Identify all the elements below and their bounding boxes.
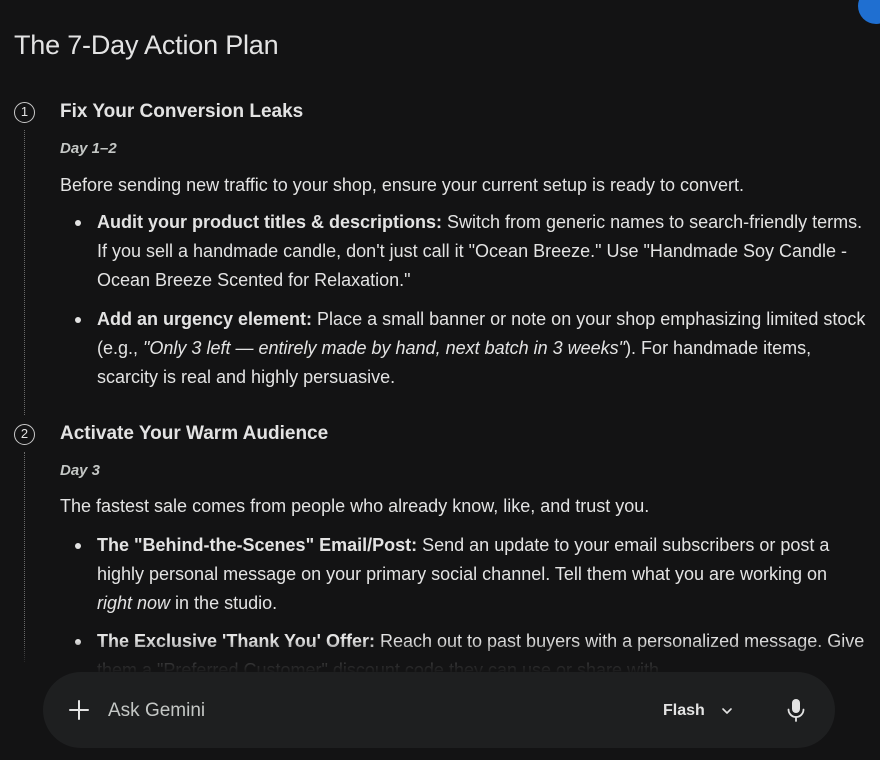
prompt-input[interactable] <box>108 698 608 724</box>
chevron-down-icon <box>721 708 732 714</box>
step-day: Day 1–2 <box>60 140 117 157</box>
list-item-emphasis: "Only 3 left — entirely made by hand, ne… <box>143 338 626 358</box>
step-day: Day 3 <box>60 462 101 479</box>
list-item-emphasis: right now <box>97 593 171 613</box>
step-number-badge: 2 <box>14 424 35 445</box>
list-item: Audit your product titles & descriptions… <box>75 208 867 295</box>
step-connector-line <box>24 130 25 415</box>
model-label: Flash <box>663 702 705 719</box>
step-title: Activate Your Warm Audience <box>60 423 329 444</box>
list-item-heading: Add an urgency element: <box>97 309 313 329</box>
step-number-badge: 1 <box>14 102 35 123</box>
list-item: Add an urgency element: Place a small ba… <box>75 305 867 392</box>
prompt-composer: Flash <box>43 672 835 748</box>
step-connector-line <box>24 452 25 662</box>
list-item-heading: Audit your product titles & descriptions… <box>97 212 443 232</box>
plus-icon[interactable] <box>67 698 91 722</box>
list-item-text: in the studio. <box>170 593 278 613</box>
list-item: The "Behind-the-Scenes" Email/Post: Send… <box>75 531 867 618</box>
step-intro: Before sending new traffic to your shop,… <box>60 175 745 195</box>
step-intro: The fastest sale comes from people who a… <box>60 496 650 516</box>
microphone-icon[interactable] <box>784 696 808 724</box>
step-title: Fix Your Conversion Leaks <box>60 101 304 122</box>
chat-response-page: The 7-Day Action Plan 1 Fix Your Convers… <box>0 0 880 760</box>
model-selector[interactable]: Flash <box>663 696 733 726</box>
page-title: The 7-Day Action Plan <box>14 30 279 60</box>
avatar[interactable] <box>858 0 880 24</box>
list-item-heading: The "Behind-the-Scenes" Email/Post: <box>97 535 418 555</box>
